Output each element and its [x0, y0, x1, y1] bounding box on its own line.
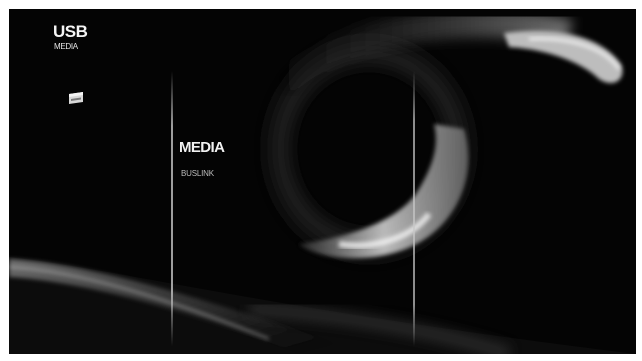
- menu-item-label: MEDIA: [179, 139, 225, 156]
- tv-screen: USB MEDIA MEDIA BUSLINK: [0, 0, 642, 361]
- column-divider: [413, 71, 415, 346]
- menu-item-media[interactable]: MEDIA BUSLINK: [176, 135, 376, 185]
- source-title: USB: [53, 22, 88, 41]
- media-menu-screen: USB MEDIA MEDIA BUSLINK: [9, 9, 636, 354]
- column-divider: [171, 71, 173, 346]
- menu-item-sublabel: BUSLINK: [181, 169, 214, 178]
- source-subtitle: MEDIA: [54, 42, 78, 51]
- usb-drive-icon: [69, 92, 83, 104]
